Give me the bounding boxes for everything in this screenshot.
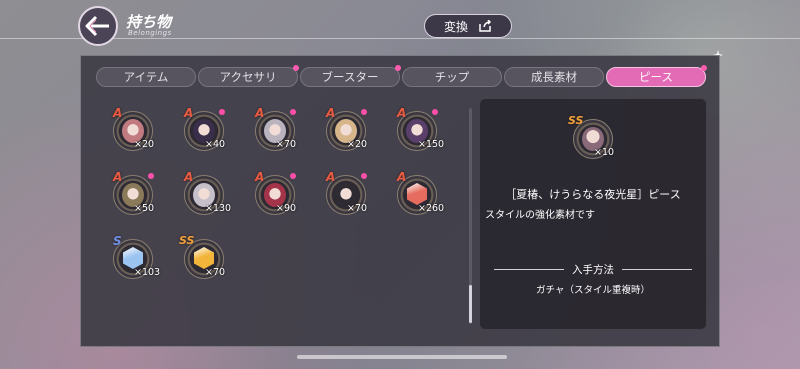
page-subtitle: Belongings	[128, 29, 172, 37]
divider-line	[494, 269, 564, 270]
item-count: ×20	[134, 139, 155, 150]
how-to-get-title: 入手方法	[572, 264, 614, 276]
notification-dot	[432, 109, 438, 115]
tab-0[interactable]: アイテム	[96, 67, 196, 87]
divider-line	[622, 269, 692, 270]
notification-dot	[395, 65, 401, 71]
tab-label: アクセサリ	[219, 70, 277, 84]
convert-button[interactable]: 変換	[424, 14, 512, 38]
tab-4[interactable]: 成長素材	[504, 67, 604, 87]
tab-label: ブースター	[321, 70, 379, 84]
item-slot[interactable]: A ×150	[394, 106, 444, 154]
item-slot[interactable]: A ×90	[252, 170, 298, 218]
item-count: ×70	[276, 139, 297, 150]
item-count: ×20	[347, 139, 368, 150]
item-count: ×50	[134, 203, 155, 214]
item-rank: A	[113, 170, 123, 184]
item-slot[interactable]: A ×50	[110, 170, 156, 218]
detail-item-icon: SS ×10	[568, 114, 616, 162]
notification-dot	[701, 65, 707, 71]
item-rank: A	[326, 106, 336, 120]
item-rank: A	[184, 170, 194, 184]
item-count: ×260	[418, 203, 445, 214]
back-button[interactable]	[78, 6, 118, 46]
item-slot[interactable]: A ×40	[181, 106, 227, 154]
home-indicator	[297, 355, 507, 359]
tab-label: ピース	[639, 70, 673, 84]
item-slot[interactable]: S ×103	[110, 234, 160, 282]
item-count: ×103	[134, 267, 161, 278]
item-rank: A	[184, 106, 194, 120]
item-rank: A	[397, 106, 407, 120]
tab-label: 成長素材	[531, 70, 577, 84]
convert-export-icon	[479, 20, 492, 32]
notification-dot	[290, 109, 296, 115]
tab-label: アイテム	[123, 70, 169, 84]
item-count: ×90	[276, 203, 297, 214]
item-slot[interactable]: A ×20	[110, 106, 156, 154]
category-tabs: アイテム アクセサリ ブースター チップ 成長素材 ピース	[96, 65, 707, 87]
notification-dot	[148, 173, 154, 179]
detail-rank: SS	[568, 114, 584, 127]
detail-count: ×10	[594, 147, 615, 158]
scrollbar-thumb[interactable]	[469, 285, 472, 323]
tab-label: チップ	[434, 70, 470, 84]
notification-dot	[219, 109, 225, 115]
notification-dot	[361, 109, 367, 115]
tab-2[interactable]: ブースター	[300, 65, 401, 87]
how-to-get-text: ガチャ（スタイル重複時）	[536, 285, 650, 296]
item-slot[interactable]: A ×260	[394, 170, 444, 218]
item-slot[interactable]: SS ×70	[179, 234, 227, 282]
item-count: ×40	[205, 139, 226, 150]
item-count: ×70	[205, 267, 226, 278]
item-rank: A	[113, 106, 123, 120]
item-slot[interactable]: A ×130	[181, 170, 231, 218]
item-rank: A	[397, 170, 407, 184]
item-rank: A	[255, 106, 265, 120]
item-slot[interactable]: A ×20	[323, 106, 369, 154]
notification-dot	[361, 173, 367, 179]
convert-label: 変換	[443, 19, 468, 34]
tab-3[interactable]: チップ	[402, 67, 502, 87]
notification-dot	[293, 65, 299, 71]
detail-item-name: ［夏椿、けうらなる夜光星］ピース	[505, 188, 681, 201]
notification-dot	[290, 173, 296, 179]
item-slot[interactable]: A ×70	[323, 170, 369, 218]
item-rank: SS	[179, 234, 195, 247]
item-count: ×150	[418, 139, 445, 150]
item-rank: S	[113, 234, 122, 248]
item-rank: A	[255, 170, 265, 184]
tab-1[interactable]: アクセサリ	[198, 65, 299, 87]
tab-5[interactable]: ピース	[606, 65, 707, 87]
back-arrow-icon	[85, 15, 109, 37]
item-rank: A	[326, 170, 336, 184]
item-count: ×70	[347, 203, 368, 214]
header-divider	[0, 38, 800, 39]
detail-item-description: スタイルの強化素材です	[485, 210, 595, 221]
item-count: ×130	[205, 203, 232, 214]
item-slot[interactable]: A ×70	[252, 106, 298, 154]
